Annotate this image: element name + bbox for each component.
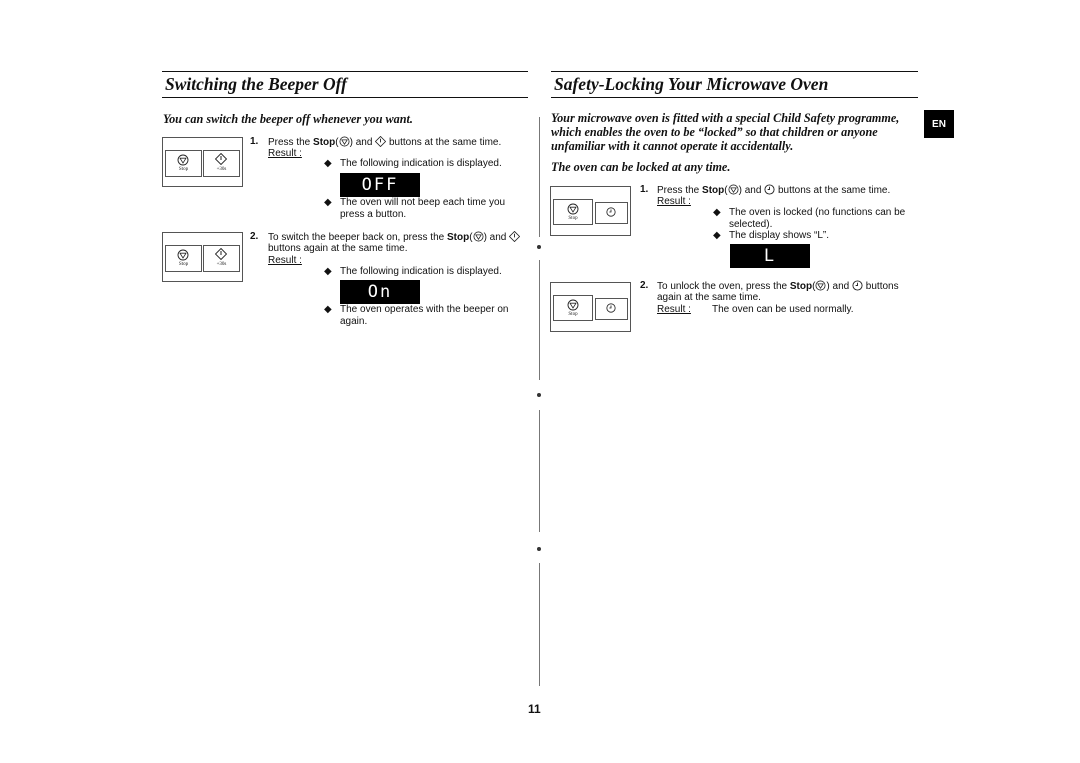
stop-icon	[339, 136, 350, 147]
right-section-title: Safety-Locking Your Microwave Oven	[554, 74, 829, 94]
column-divider	[539, 563, 540, 686]
step-text: Press the	[657, 185, 703, 196]
right-section-intro-2: The oven can be locked at any time.	[551, 160, 731, 174]
step-text: buttons again at the same time.	[268, 243, 408, 254]
stop-button-illustration: Stop	[553, 295, 593, 321]
stop-caption: Stop	[568, 216, 578, 221]
start-button-illustration: +30s	[203, 245, 240, 272]
page-number: 11	[528, 702, 541, 716]
result-label: Result :	[268, 255, 302, 266]
bullet-text: The oven is locked (no functions can be …	[729, 207, 906, 230]
diamond-bullet-icon: ◆	[324, 266, 332, 277]
clock-button-illustration	[595, 298, 628, 320]
right-section-intro: Your microwave oven is fitted with a spe…	[551, 111, 899, 153]
step-number: 2.	[250, 231, 259, 242]
stop-caption: Stop	[568, 312, 578, 317]
stop-icon	[728, 184, 739, 195]
stop-icon	[567, 299, 579, 311]
step-text: To switch the beeper back on, press the	[268, 232, 447, 243]
start-plus30s-icon	[375, 136, 387, 147]
intro-line: which enables the oven to be “locked” so…	[551, 125, 878, 139]
result-label: Result :	[657, 196, 691, 207]
control-panel-illustration: Stop +30s	[162, 232, 243, 282]
step-text: and	[829, 281, 853, 292]
left-section-title: Switching the Beeper Off	[165, 74, 347, 94]
step-text: buttons at the same time.	[775, 185, 891, 196]
result-label: Result :	[657, 304, 691, 315]
stop-icon	[567, 203, 579, 215]
start-plus30s-icon	[215, 153, 227, 165]
stop-icon	[177, 249, 189, 261]
step-text: buttons	[863, 281, 899, 292]
stop-label: Stop	[702, 185, 725, 196]
clock-icon	[852, 280, 863, 291]
left-section-intro: You can switch the beeper off whenever y…	[163, 112, 413, 126]
diamond-bullet-icon: ◆	[324, 304, 332, 315]
divider-dot	[537, 245, 541, 249]
stop-button-illustration: Stop	[165, 245, 202, 272]
bullet-text: The display shows “L”.	[729, 230, 830, 241]
step-text: Press the	[268, 137, 314, 148]
clock-icon	[606, 303, 616, 313]
stop-caption: Stop	[178, 167, 189, 172]
intro-line: Your microwave oven is fitted with a spe…	[551, 111, 900, 125]
bullet-text: The following indication is displayed.	[340, 266, 502, 277]
bullet-text: The oven will not beep each time you pre…	[340, 197, 506, 220]
stop-button-illustration: Stop	[553, 199, 593, 225]
clock-icon	[606, 207, 616, 217]
display-indicator: OFF	[340, 173, 420, 197]
stop-icon	[473, 231, 484, 242]
control-panel-illustration: Stop +30s	[162, 137, 243, 187]
stop-label: Stop	[313, 137, 336, 148]
column-divider	[539, 260, 540, 380]
column-divider	[539, 117, 540, 237]
column-divider	[539, 410, 540, 532]
diamond-bullet-icon: ◆	[713, 230, 721, 241]
step-text: and	[352, 137, 376, 148]
clock-icon	[764, 184, 775, 195]
step-text: and	[486, 232, 510, 243]
display-text: On	[367, 282, 393, 302]
start-button-illustration: +30s	[203, 150, 240, 177]
stop-button-illustration: Stop	[165, 150, 202, 177]
diamond-bullet-icon: ◆	[713, 207, 721, 218]
step-number: 1.	[250, 136, 259, 147]
step-text: buttons at the same time.	[386, 137, 502, 148]
clock-button-illustration	[595, 202, 628, 224]
start-caption: +30s	[216, 167, 227, 172]
stop-label: Stop	[789, 281, 813, 292]
control-panel-illustration: Stop	[550, 186, 631, 236]
step-text: again at the same time.	[657, 292, 761, 303]
step-text: and	[741, 185, 765, 196]
control-panel-illustration: Stop	[550, 282, 631, 332]
display-text: L	[763, 246, 777, 266]
start-caption: +30s	[216, 262, 227, 267]
start-plus30s-icon	[215, 248, 227, 260]
stop-caption: Stop	[178, 262, 189, 267]
bullet-text: The following indication is displayed.	[340, 158, 502, 169]
step-number: 2.	[640, 280, 649, 291]
result-text: The oven can be used normally.	[712, 304, 854, 315]
result-label: Result :	[268, 148, 302, 159]
divider-dot	[537, 547, 541, 551]
language-tab: EN	[924, 110, 954, 138]
intro-line: unfamiliar with it cannot operate it acc…	[551, 139, 794, 153]
stop-label: Stop	[447, 232, 470, 243]
step-text: To unlock the oven, press the	[657, 281, 790, 292]
diamond-bullet-icon: ◆	[324, 197, 332, 208]
right-section-header: Safety-Locking Your Microwave Oven	[551, 71, 918, 98]
diamond-bullet-icon: ◆	[324, 158, 332, 169]
divider-dot	[537, 393, 541, 397]
bullet-text: The oven operates with the beeper on aga…	[340, 304, 509, 327]
display-text: OFF	[361, 175, 399, 195]
stop-icon	[177, 154, 189, 166]
stop-icon	[815, 280, 826, 291]
left-section-header: Switching the Beeper Off	[162, 71, 528, 98]
step-number: 1.	[640, 184, 649, 195]
start-plus30s-icon	[509, 231, 521, 242]
display-indicator: On	[340, 280, 420, 304]
display-indicator: L	[730, 244, 810, 268]
